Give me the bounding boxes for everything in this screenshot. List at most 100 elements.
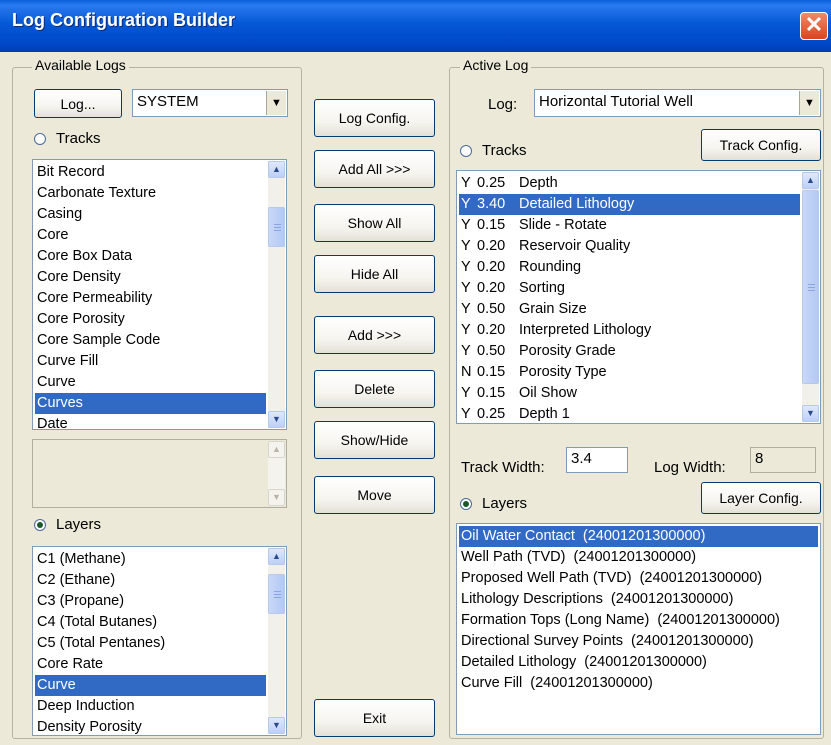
- layer-row[interactable]: Lithology Descriptions (24001201300000): [459, 589, 818, 610]
- track-visible-flag: Y: [461, 385, 471, 401]
- layer-name: Directional Survey Points: [461, 633, 623, 649]
- log-button[interactable]: Log...: [34, 89, 122, 118]
- list-item[interactable]: Core Porosity: [35, 309, 266, 330]
- track-width-value: 0.20: [477, 259, 506, 275]
- list-item[interactable]: Date: [35, 414, 266, 429]
- move-button[interactable]: Move: [314, 476, 435, 514]
- track-width-value: 0.20: [477, 322, 506, 338]
- active-tracks-radio[interactable]: Tracks: [460, 142, 526, 159]
- track-width-field[interactable]: 3.4: [566, 447, 628, 473]
- track-name: Oil Show: [519, 385, 578, 401]
- radio-icon: [34, 132, 46, 145]
- available-tracks-list[interactable]: Bit Record Carbonate Texture Casing Core Cor…: [32, 159, 287, 430]
- layer-row[interactable]: Oil Water Contact (24001201300000): [459, 526, 818, 547]
- window-title: Log Configuration Builder: [12, 10, 235, 30]
- scroll-down-icon[interactable]: ▼: [802, 405, 819, 422]
- track-width-label: Track Width:: [461, 459, 545, 476]
- chevron-down-icon[interactable]: ▼: [799, 91, 819, 115]
- list-item[interactable]: Curve: [35, 675, 266, 696]
- list-item[interactable]: C4 (Total Butanes): [35, 612, 266, 633]
- list-item[interactable]: C2 (Ethane): [35, 570, 266, 591]
- layer-row[interactable]: Well Path (TVD) (24001201300000): [459, 547, 818, 568]
- list-item[interactable]: Curve Fill: [35, 351, 266, 372]
- available-tracks-scrollbar[interactable]: ▲ ▼: [268, 161, 285, 428]
- layer-row[interactable]: Curve Fill (24001201300000): [459, 673, 818, 694]
- track-row[interactable]: Y 0.20 Reservoir Quality: [459, 236, 800, 257]
- list-item[interactable]: Core Rate: [35, 654, 266, 675]
- track-row[interactable]: Y 0.25 Depth 1: [459, 404, 800, 423]
- track-row[interactable]: Y 0.20 Rounding: [459, 257, 800, 278]
- track-width-value: 0.25: [477, 406, 506, 422]
- list-item[interactable]: Core: [35, 225, 266, 246]
- layer-name: Well Path (TVD): [461, 549, 566, 565]
- show-all-button[interactable]: Show All: [314, 204, 435, 242]
- track-row[interactable]: Y 0.50 Porosity Grade: [459, 341, 800, 362]
- title-bar: Log Configuration Builder ✕: [0, 0, 831, 52]
- available-tracks-radio[interactable]: Tracks: [34, 130, 100, 147]
- list-item[interactable]: Core Box Data: [35, 246, 266, 267]
- layer-id: (24001201300000): [631, 633, 754, 649]
- scroll-down-icon[interactable]: ▼: [268, 717, 285, 734]
- list-item[interactable]: C3 (Propane): [35, 591, 266, 612]
- track-row[interactable]: Y 0.15 Oil Show: [459, 383, 800, 404]
- chevron-down-icon[interactable]: ▼: [266, 91, 286, 115]
- list-item[interactable]: Carbonate Texture: [35, 183, 266, 204]
- available-log-select[interactable]: SYSTEM ▼: [132, 89, 288, 117]
- available-layers-list[interactable]: C1 (Methane) C2 (Ethane) C3 (Propane) C4 (T…: [32, 546, 287, 736]
- track-visible-flag: Y: [461, 322, 471, 338]
- scroll-up-icon[interactable]: ▲: [268, 161, 285, 178]
- scroll-up-icon[interactable]: ▲: [802, 172, 819, 189]
- layer-id: (24001201300000): [582, 528, 706, 544]
- list-item[interactable]: C5 (Total Pentanes): [35, 633, 266, 654]
- scroll-thumb[interactable]: [802, 190, 819, 384]
- track-width-value: 0.15: [477, 385, 506, 401]
- list-item[interactable]: Core Density: [35, 267, 266, 288]
- layer-row[interactable]: Formation Tops (Long Name) (2400120130000…: [459, 610, 818, 631]
- available-layers-scrollbar[interactable]: ▲ ▼: [268, 548, 285, 734]
- track-row[interactable]: Y 0.25 Depth: [459, 173, 800, 194]
- layer-row[interactable]: Directional Survey Points (24001201300000…: [459, 631, 818, 652]
- active-tracks-list[interactable]: Y 0.25 Depth Y 3.40 Detailed Lithology Y 0.15 Sl…: [456, 170, 821, 424]
- list-item[interactable]: Casing: [35, 204, 266, 225]
- track-row[interactable]: Y 0.20 Interpreted Lithology: [459, 320, 800, 341]
- add-button[interactable]: Add >>>: [314, 316, 435, 354]
- scroll-thumb[interactable]: [268, 574, 285, 614]
- active-tracks-scrollbar[interactable]: ▲ ▼: [802, 172, 819, 422]
- track-row[interactable]: Y 0.50 Grain Size: [459, 299, 800, 320]
- list-item[interactable]: C1 (Methane): [35, 549, 266, 570]
- track-name: Rounding: [519, 259, 582, 275]
- active-layers-radio[interactable]: Layers: [460, 495, 527, 512]
- layer-row[interactable]: Detailed Lithology (24001201300000): [459, 652, 818, 673]
- track-row[interactable]: Y 3.40 Detailed Lithology: [459, 194, 800, 215]
- list-item[interactable]: Density Porosity: [35, 717, 266, 735]
- scroll-thumb[interactable]: [268, 207, 285, 247]
- active-log-select[interactable]: Horizontal Tutorial Well ▼: [534, 89, 821, 117]
- list-item[interactable]: Deep Induction: [35, 696, 266, 717]
- available-layers-radio[interactable]: Layers: [34, 516, 101, 533]
- list-item[interactable]: Core Sample Code: [35, 330, 266, 351]
- list-item[interactable]: Core Permeability: [35, 288, 266, 309]
- track-row[interactable]: Y 0.15 Slide - Rotate: [459, 215, 800, 236]
- list-item[interactable]: Curve: [35, 372, 266, 393]
- active-tracks-rows: Y 0.25 Depth Y 3.40 Detailed Lithology Y 0.15 Sl…: [459, 173, 800, 423]
- track-visible-flag: Y: [461, 301, 471, 317]
- list-item[interactable]: Curves: [35, 393, 266, 414]
- scroll-up-icon[interactable]: ▲: [268, 548, 285, 565]
- track-config-button[interactable]: Track Config.: [701, 129, 821, 161]
- list-item[interactable]: Bit Record: [35, 162, 266, 183]
- hide-all-button[interactable]: Hide All: [314, 255, 435, 293]
- track-row[interactable]: Y 0.20 Sorting: [459, 278, 800, 299]
- layer-row[interactable]: Proposed Well Path (TVD) (24001201300000): [459, 568, 818, 589]
- layer-name: Proposed Well Path (TVD): [461, 570, 632, 586]
- exit-button[interactable]: Exit: [314, 699, 435, 737]
- log-config-button[interactable]: Log Config.: [314, 99, 435, 137]
- track-row[interactable]: N 0.15 Porosity Type: [459, 362, 800, 383]
- add-all-button[interactable]: Add All >>>: [314, 150, 435, 188]
- active-layers-list[interactable]: Oil Water Contact (24001201300000) Well Pa…: [456, 523, 821, 735]
- scroll-down-icon[interactable]: ▼: [268, 411, 285, 428]
- delete-button[interactable]: Delete: [314, 370, 435, 408]
- layer-config-button[interactable]: Layer Config.: [701, 482, 821, 514]
- close-icon[interactable]: ✕: [800, 12, 828, 40]
- show-hide-button[interactable]: Show/Hide: [314, 421, 435, 459]
- layer-id: (24001201300000): [573, 549, 697, 565]
